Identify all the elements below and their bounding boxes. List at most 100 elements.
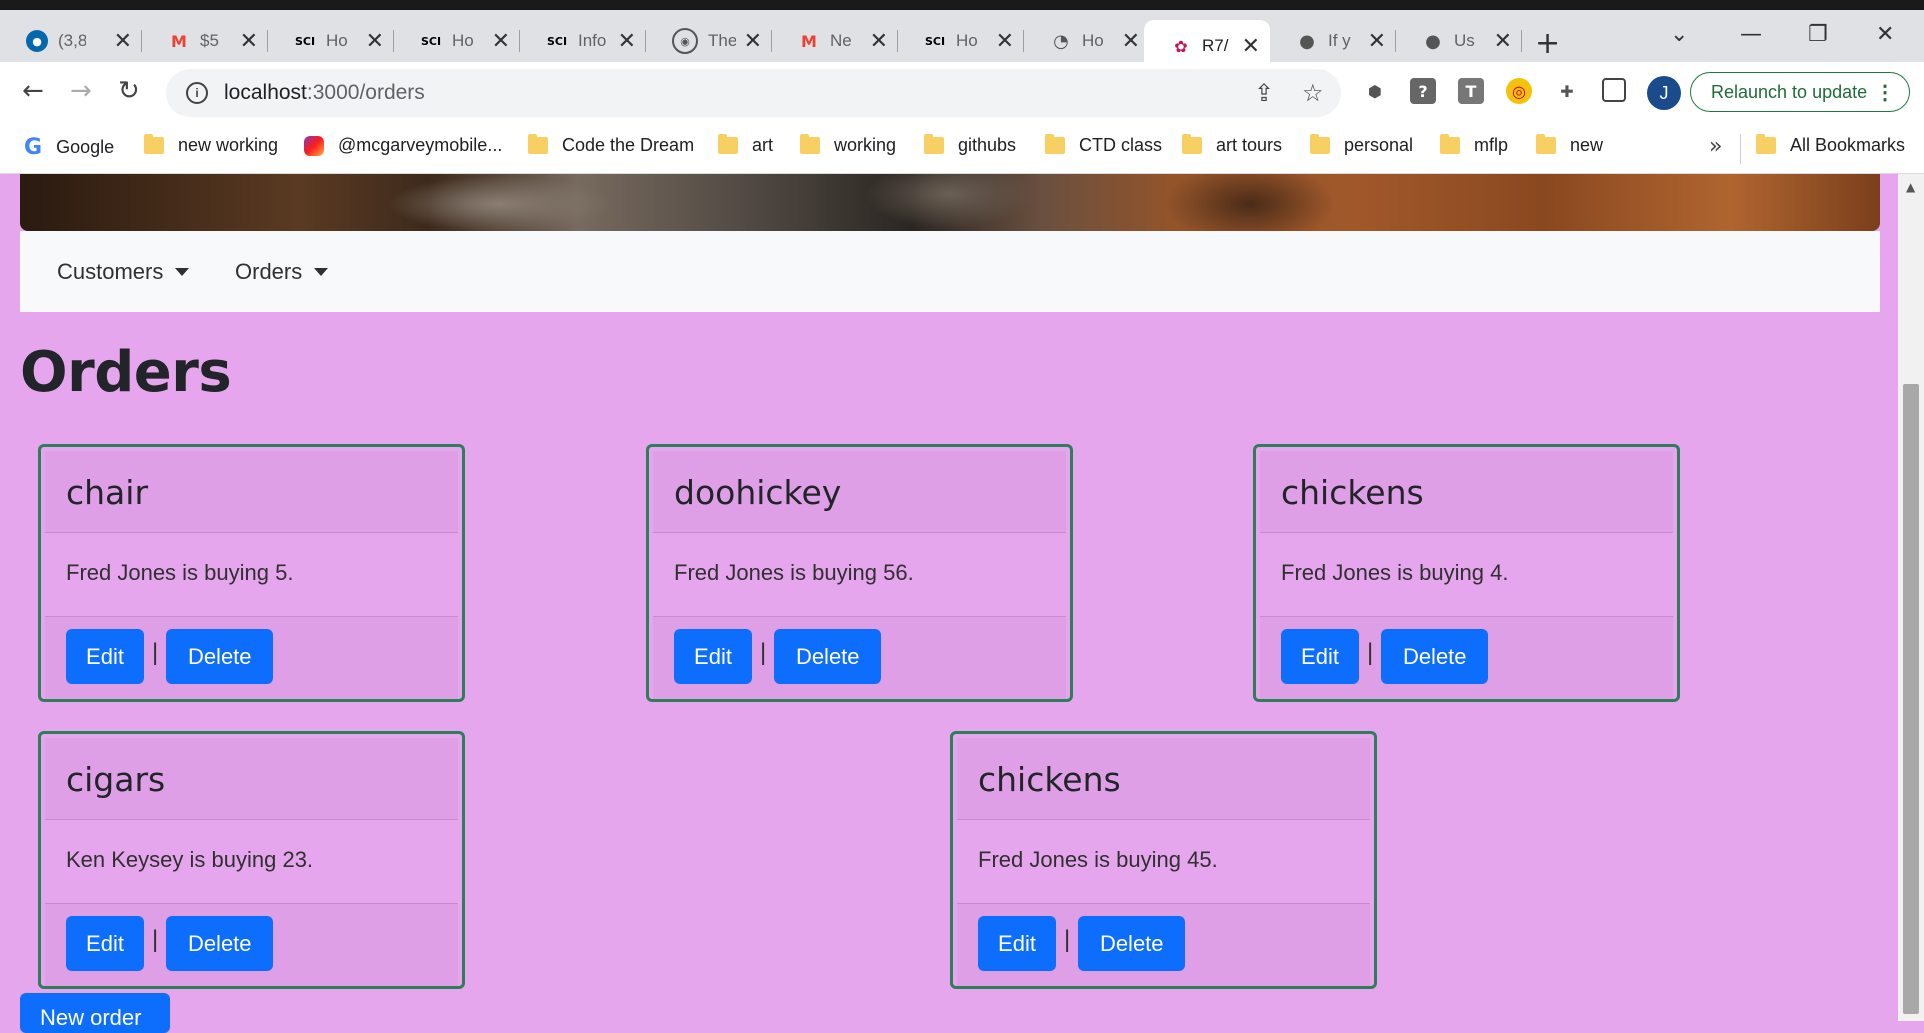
extension-t-icon[interactable]: T	[1458, 78, 1484, 104]
close-tab-icon[interactable]: ✕	[996, 29, 1014, 54]
bookmark-folder[interactable]: personal	[1310, 134, 1414, 156]
sciam-icon: SCI	[546, 34, 568, 48]
close-tab-icon[interactable]: ✕	[870, 29, 888, 54]
folder-icon	[528, 134, 548, 154]
order-product: chair	[66, 473, 149, 512]
more-bookmarks-icon[interactable]: »	[1709, 134, 1722, 159]
bookmark-label: working	[834, 135, 897, 155]
bookmark-label: Google	[56, 137, 115, 157]
restore-icon[interactable]: ❐	[1808, 22, 1828, 47]
browser-tab[interactable]: M Ne ✕	[772, 20, 898, 62]
browser-tab[interactable]: ● If y ✕	[1270, 20, 1396, 62]
bookmark-google[interactable]: G Google	[24, 135, 114, 160]
close-tab-icon[interactable]: ✕	[1494, 29, 1512, 54]
reload-icon[interactable]: ↻	[118, 76, 140, 106]
scrollbar-thumb[interactable]	[1903, 384, 1919, 1014]
delete-button[interactable]: Delete	[1381, 629, 1489, 684]
relaunch-button[interactable]: Relaunch to update ⋮	[1690, 72, 1910, 112]
bookmark-folder[interactable]: githubs	[924, 134, 1016, 156]
bookmark-folder[interactable]: CTD class	[1045, 134, 1163, 156]
folder-icon	[800, 134, 820, 154]
browser-tab[interactable]: ● Us ✕	[1396, 20, 1522, 62]
side-panel-icon[interactable]	[1602, 78, 1626, 102]
bookmark-label: @mcgarveymobile...	[338, 135, 503, 155]
profile-avatar[interactable]: J	[1647, 76, 1681, 110]
browser-tab[interactable]: ● (3,8 ✕	[0, 20, 142, 62]
minimize-icon[interactable]: —	[1740, 22, 1762, 47]
extension-help-icon[interactable]: ?	[1410, 78, 1436, 104]
close-tab-icon[interactable]: ✕	[1368, 29, 1386, 54]
edit-button[interactable]: Edit	[66, 629, 144, 684]
close-tab-icon[interactable]: ✕	[1242, 34, 1260, 59]
browser-tab[interactable]: SCI Ho ✕	[394, 20, 520, 62]
bookmark-folder[interactable]: art tours	[1182, 134, 1283, 156]
all-bookmarks[interactable]: All Bookmarks	[1756, 134, 1905, 156]
browser-tab[interactable]: M $5 ✕	[142, 20, 268, 62]
back-icon[interactable]: ←	[22, 76, 44, 106]
tab-title: Ho	[326, 31, 348, 50]
address-bar[interactable]: i localhost:3000/orders ⇪ ☆	[166, 69, 1341, 117]
extensions-puzzle-icon[interactable]: ✚	[1554, 78, 1580, 104]
browser-tab[interactable]: ◉ The ✕	[646, 20, 772, 62]
bookmark-label: CTD class	[1079, 135, 1163, 155]
new-tab-icon[interactable]: +	[1535, 26, 1560, 61]
tab-title: Ho	[452, 31, 474, 50]
close-tab-icon[interactable]: ✕	[618, 29, 636, 54]
delete-button[interactable]: Delete	[166, 629, 274, 684]
delete-button[interactable]: Delete	[774, 629, 882, 684]
dashboard-icon: ◔	[1053, 30, 1069, 52]
edit-button[interactable]: Edit	[674, 629, 752, 684]
new-order-button[interactable]: New order	[20, 993, 170, 1033]
bookmark-folder[interactable]: art	[718, 134, 773, 156]
order-description: Fred Jones is buying 56.	[653, 533, 1066, 617]
browser-tab[interactable]: SCI Info ✕	[520, 20, 646, 62]
separator: |	[152, 639, 159, 666]
page-scrollbar[interactable]: ▲	[1898, 174, 1924, 1021]
customers-dropdown[interactable]: Customers	[57, 259, 190, 285]
extension-record-icon[interactable]: ◎	[1506, 78, 1532, 104]
edit-button[interactable]: Edit	[66, 916, 144, 971]
bookmark-folder[interactable]: Code the Dream	[528, 134, 695, 156]
close-tab-icon[interactable]: ✕	[492, 29, 510, 54]
bookmark-folder[interactable]: mflp	[1440, 134, 1508, 156]
card-footer: Edit | Delete	[45, 904, 458, 986]
url-path: :3000/orders	[306, 81, 425, 104]
seal-icon: ◉	[672, 28, 698, 54]
close-tab-icon[interactable]: ✕	[240, 29, 258, 54]
tab-title: (3,8	[58, 31, 86, 50]
share-icon[interactable]: ⇪	[1254, 79, 1274, 107]
edit-button[interactable]: Edit	[1281, 629, 1359, 684]
delete-button[interactable]: Delete	[166, 916, 274, 971]
bookmark-label: Code the Dream	[562, 135, 695, 155]
orders-dropdown[interactable]: Orders	[235, 259, 329, 285]
bookmark-folder[interactable]: new	[1536, 134, 1603, 156]
tab-search-icon[interactable]: ⌄	[1670, 22, 1688, 47]
bookmark-label: personal	[1344, 135, 1414, 155]
edit-button[interactable]: Edit	[978, 916, 1056, 971]
folder-icon	[1440, 134, 1460, 154]
browser-tab[interactable]: SCI Ho ✕	[268, 20, 394, 62]
bookmark-label: art tours	[1216, 135, 1283, 155]
extension-hex-icon[interactable]: ⬢	[1362, 78, 1388, 104]
bookmark-folder[interactable]: working	[800, 134, 897, 156]
order-card: chair Fred Jones is buying 5. Edit | Del…	[38, 444, 465, 702]
close-tab-icon[interactable]: ✕	[744, 29, 762, 54]
bookmark-folder[interactable]: new working	[144, 134, 278, 156]
menu-dots-icon[interactable]: ⋮	[1875, 80, 1895, 105]
sciam-icon: SCI	[924, 34, 946, 48]
close-window-icon[interactable]: ✕	[1876, 22, 1894, 47]
delete-button[interactable]: Delete	[1078, 916, 1186, 971]
browser-tab[interactable]: SCI Ho ✕	[898, 20, 1024, 62]
browser-tab[interactable]: ◔ Ho ✕	[1024, 20, 1150, 62]
close-tab-icon[interactable]: ✕	[366, 29, 384, 54]
close-tab-icon[interactable]: ✕	[1122, 29, 1140, 54]
bookmark-instagram[interactable]: @mcgarveymobile...	[304, 135, 502, 156]
scroll-up-icon[interactable]: ▲	[1906, 180, 1915, 194]
close-tab-icon[interactable]: ✕	[114, 29, 132, 54]
site-info-icon[interactable]: i	[186, 82, 208, 104]
card-header: cigars	[45, 738, 458, 820]
apple-icon: ●	[1425, 30, 1441, 52]
folder-icon	[1182, 134, 1202, 154]
bookmark-star-icon[interactable]: ☆	[1302, 79, 1324, 107]
forward-icon[interactable]: →	[70, 76, 92, 106]
